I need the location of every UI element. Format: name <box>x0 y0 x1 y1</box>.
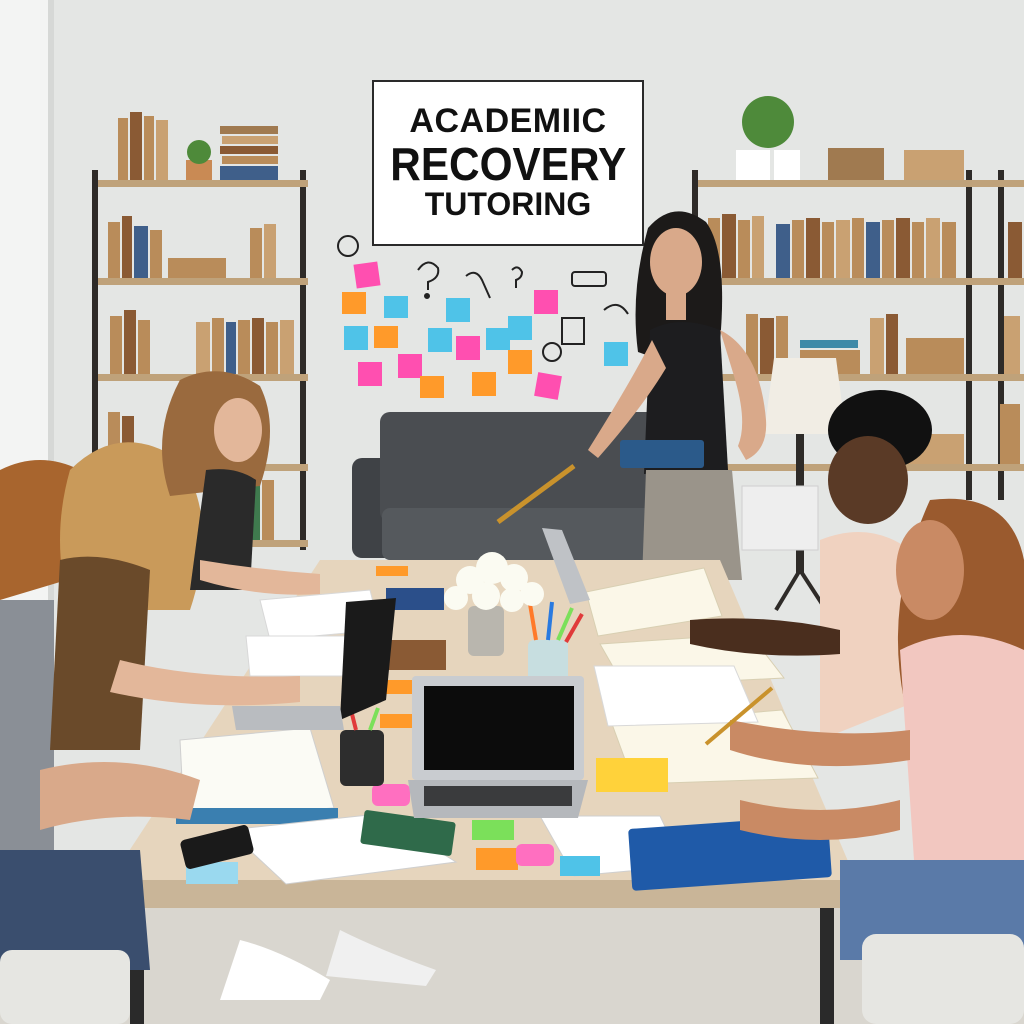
sign-line-2: RECOVERY <box>390 137 626 190</box>
academic-recovery-tutoring-sign: ACADEMIIC RECOVERY TUTORING <box>372 80 644 246</box>
tutoring-scene: ACADEMIIC RECOVERY TUTORING <box>0 0 1024 1024</box>
sign-line-1: ACADEMIIC <box>409 102 607 141</box>
sign-line-3: TUTORING <box>424 186 592 223</box>
